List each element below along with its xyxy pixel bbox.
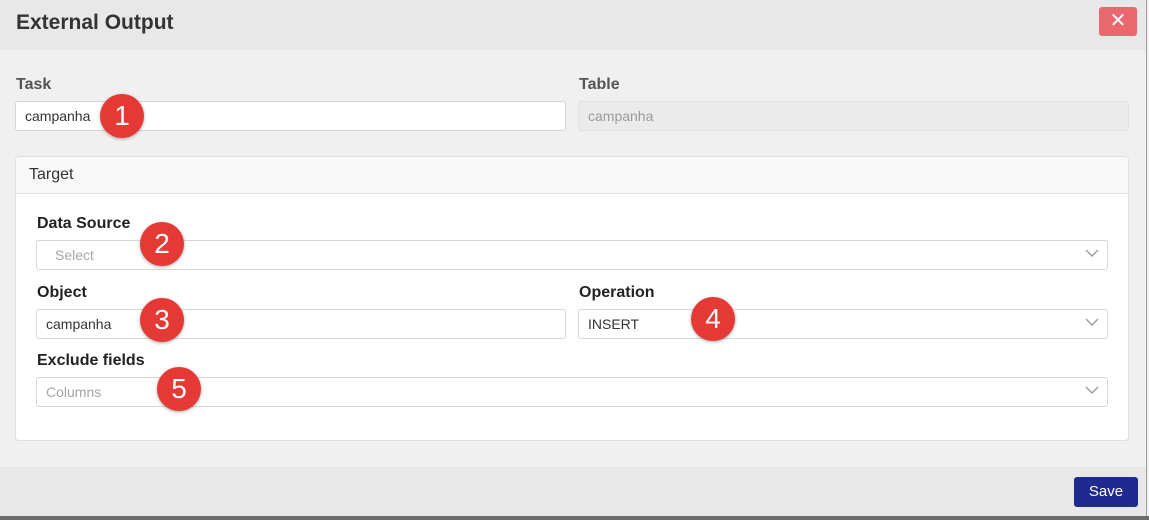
exclude-fields-placeholder: Columns [46, 384, 102, 400]
bottom-edge-bar [0, 516, 1149, 520]
annotation-marker-2: 2 [140, 222, 184, 266]
operation-select[interactable]: INSERT [578, 309, 1108, 339]
close-icon: ✕ [1109, 10, 1127, 32]
data-source-select[interactable]: Select [36, 240, 1108, 270]
operation-label: Operation [579, 284, 655, 301]
chevron-down-icon [1085, 318, 1099, 326]
data-source-label: Data Source [37, 215, 131, 232]
operation-value: INSERT [588, 316, 640, 332]
annotation-marker-1: 1 [100, 94, 144, 138]
object-label: Object [37, 284, 87, 301]
annotation-marker-4: 4 [691, 297, 735, 341]
dialog-footer [0, 467, 1146, 516]
target-panel-header: Target [16, 157, 1128, 194]
chevron-down-icon [1085, 386, 1099, 394]
close-button[interactable]: ✕ [1099, 7, 1137, 36]
save-button[interactable]: Save [1074, 477, 1138, 507]
dialog-title: External Output [16, 11, 174, 34]
annotation-marker-5: 5 [157, 367, 201, 411]
target-panel-title: Target [29, 166, 74, 183]
table-label: Table [579, 76, 620, 93]
data-source-placeholder: Select [55, 247, 94, 263]
exclude-fields-label: Exclude fields [37, 352, 145, 369]
object-input[interactable]: campanha [36, 309, 566, 339]
annotation-marker-3: 3 [140, 298, 184, 342]
dialog-header: External Output ✕ [0, 0, 1146, 50]
chevron-down-icon [1085, 249, 1099, 257]
table-input: campanha [578, 101, 1129, 131]
task-input[interactable]: campanha [15, 101, 566, 131]
external-output-dialog: External Output ✕ Task campanha Table ca… [0, 0, 1147, 516]
task-label: Task [16, 76, 52, 93]
